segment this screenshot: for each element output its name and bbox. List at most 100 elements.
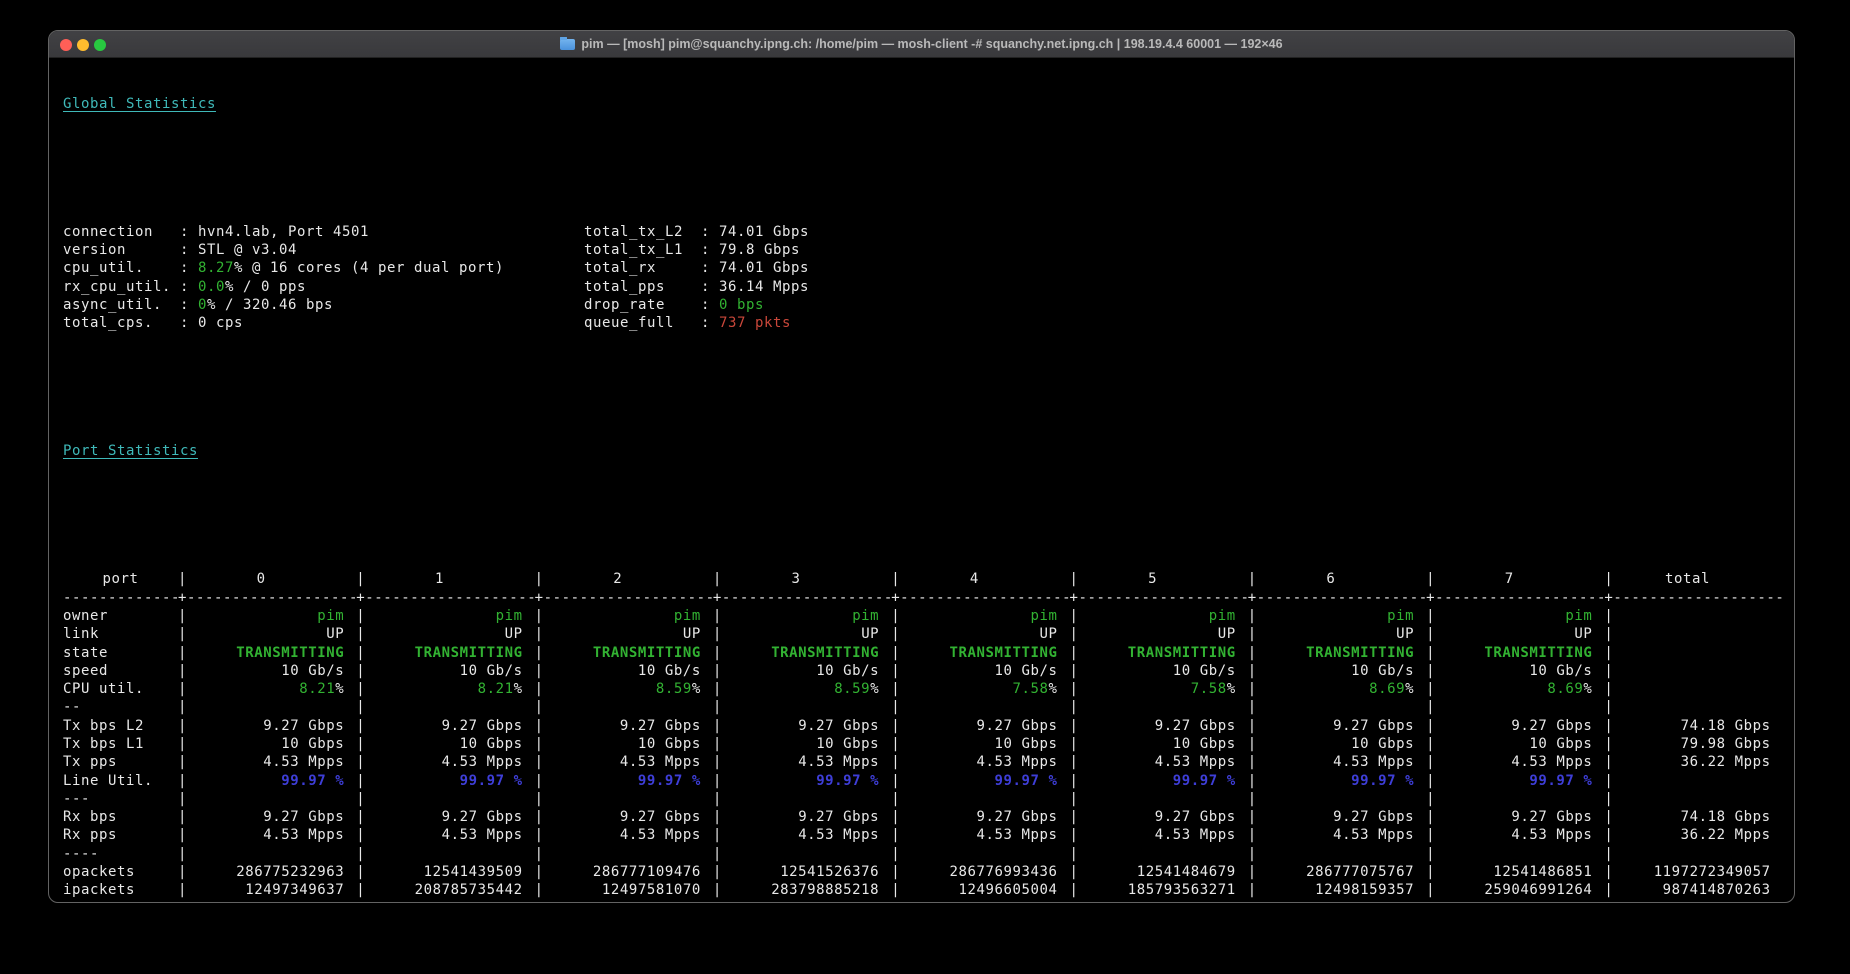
port-table-row-label: ---	[63, 790, 178, 808]
cell-value: 10 Gb/s	[816, 663, 879, 679]
port-table-cell: |	[891, 790, 1069, 808]
port-table-header-cell: port	[63, 570, 178, 588]
minimize-window-button[interactable]	[77, 39, 89, 51]
stat-label: drop_rate	[584, 296, 701, 314]
port-table-cell: |4.53 Mpps	[891, 826, 1069, 844]
port-table-cell: |12496605004	[891, 881, 1069, 899]
port-table-cell: |TRANSMITTING	[1069, 644, 1247, 662]
port-table-cell: |	[713, 790, 891, 808]
port-table-cell: |4.53 Mpps	[1248, 753, 1426, 771]
stat-label: cpu_util.	[63, 259, 180, 277]
port-statistics-heading: Port Statistics	[49, 442, 1794, 460]
column-separator: |	[356, 644, 365, 662]
separator-dashes: +---------------------	[1248, 589, 1426, 607]
column-separator: |	[891, 863, 900, 881]
port-table-cell: |74.18 Gbps	[1604, 717, 1782, 735]
port-table-cell: |987414870263	[1604, 881, 1782, 899]
cell-value: 20739181653760	[932, 901, 1058, 903]
port-table-cell: |10 Gb/s	[1069, 662, 1247, 680]
zoom-window-button[interactable]	[94, 39, 106, 51]
column-separator: |	[1069, 625, 1078, 643]
cell-value: 99.97 %	[994, 773, 1057, 789]
column-separator: |	[1248, 698, 1257, 716]
cell-value: 99.97 %	[460, 773, 523, 789]
column-separator: |	[891, 772, 900, 790]
global-stat-left: total_cps.: 0 cps	[63, 314, 584, 332]
port-table-cell: |pim	[535, 607, 713, 625]
cell-value: 4.53 Mpps	[263, 754, 344, 770]
column-separator: |	[535, 881, 544, 899]
column-separator: |	[1426, 863, 1435, 881]
port-table-cell: |20739188458944	[1248, 900, 1426, 903]
cell-value: 4.53 Mpps	[1155, 754, 1236, 770]
port-table-cell: |UP	[1069, 625, 1247, 643]
port-table-cell: |10 Gb/s	[535, 662, 713, 680]
port-table-row: ----|||||||||	[49, 845, 1794, 863]
column-separator: |	[178, 625, 187, 643]
cell-value: 9.27 Gbps	[976, 809, 1057, 825]
global-stat-left: connection: hvn4.lab, Port 4501	[63, 223, 584, 241]
column-separator: |	[1069, 826, 1078, 844]
terminal-content[interactable]: Global Statistics connection: hvn4.lab, …	[49, 58, 1794, 903]
column-separator: |	[1248, 570, 1257, 588]
separator-dashes: +---------------------	[356, 589, 534, 607]
port-table-cell: |	[1069, 790, 1247, 808]
port-table-cell: |pim	[1426, 607, 1604, 625]
port-table-cell: |9.27 Gbps	[178, 808, 356, 826]
port-table-cell: |8.59%	[535, 680, 713, 698]
port-table-cell: |	[1248, 845, 1426, 863]
port-table-header-cell: |2	[535, 570, 713, 588]
port-table-cell: |TRANSMITTING	[891, 644, 1069, 662]
port-table-cell: |10 Gb/s	[1426, 662, 1604, 680]
port-table-cell: |10 Gb/s	[713, 662, 891, 680]
cell-value: 10 Gbps	[1351, 736, 1414, 752]
cell-value: 4.53 Mpps	[1333, 754, 1414, 770]
cell-value: 9.27 Gbps	[976, 718, 1057, 734]
cell-value: 4.53 Mpps	[1333, 827, 1414, 843]
cell-value: 12498159357	[1315, 882, 1414, 898]
window-titlebar[interactable]: pim — [mosh] pim@squanchy.ipng.ch: /home…	[49, 31, 1794, 58]
cell-unit: %	[1405, 681, 1414, 697]
port-table-cell: |	[1604, 772, 1782, 790]
cell-value: 8.69	[1547, 681, 1583, 697]
column-separator: |	[713, 753, 722, 771]
cell-value: 9.27 Gbps	[1333, 809, 1414, 825]
cell-value: 8.21	[478, 681, 514, 697]
column-separator: |	[713, 863, 722, 881]
column-separator: |	[535, 735, 544, 753]
desktop-background: pim — [mosh] pim@squanchy.ipng.ch: /home…	[0, 0, 1850, 974]
port-table-cell: |10 Gbps	[713, 735, 891, 753]
column-separator: |	[1604, 570, 1613, 588]
cell-value: UP	[326, 626, 344, 642]
global-stat-row: total_cps.: 0 cpsqueue_full: 737 pkts	[49, 314, 1794, 332]
port-table-cell: |10 Gbps	[1426, 735, 1604, 753]
cell-value: 9.27 Gbps	[1511, 809, 1592, 825]
column-separator: |	[1248, 662, 1257, 680]
global-stat-right: total_tx_L2: 74.01 Gbps	[584, 223, 809, 241]
column-separator: |	[535, 900, 544, 903]
cell-value: 10 Gbps	[994, 736, 1057, 752]
port-table-cell: | 99.97 %	[891, 772, 1069, 790]
cell-unit: %	[870, 681, 879, 697]
port-column-title: 7	[1505, 571, 1514, 587]
stat-label: total_rx	[584, 259, 701, 277]
cell-value: 9.27 Gbps	[798, 718, 879, 734]
cell-value: TRANSMITTING	[1128, 645, 1236, 661]
port-table-cell: |10 Gbps	[178, 735, 356, 753]
port-table-cell: |	[891, 698, 1069, 716]
port-table-cell: |95709043731072	[1604, 900, 1782, 903]
port-table-cell: |4.53 Mpps	[535, 826, 713, 844]
column-separator: |	[1248, 863, 1257, 881]
cell-value: 99.97 %	[1529, 773, 1592, 789]
blank-line	[49, 387, 1794, 405]
column-separator: |	[535, 772, 544, 790]
column-separator: |	[1248, 826, 1257, 844]
stat-label: queue_full	[584, 314, 701, 332]
close-window-button[interactable]	[60, 39, 72, 51]
port-table-cell: |4.53 Mpps	[1069, 753, 1247, 771]
column-separator: |	[1069, 772, 1078, 790]
port-table-cell: |99.97 %	[356, 772, 534, 790]
folder-proxy-icon[interactable]	[560, 39, 575, 50]
port-table-row: ---|||||||||	[49, 790, 1794, 808]
port-table-header-cell: |7	[1426, 570, 1604, 588]
